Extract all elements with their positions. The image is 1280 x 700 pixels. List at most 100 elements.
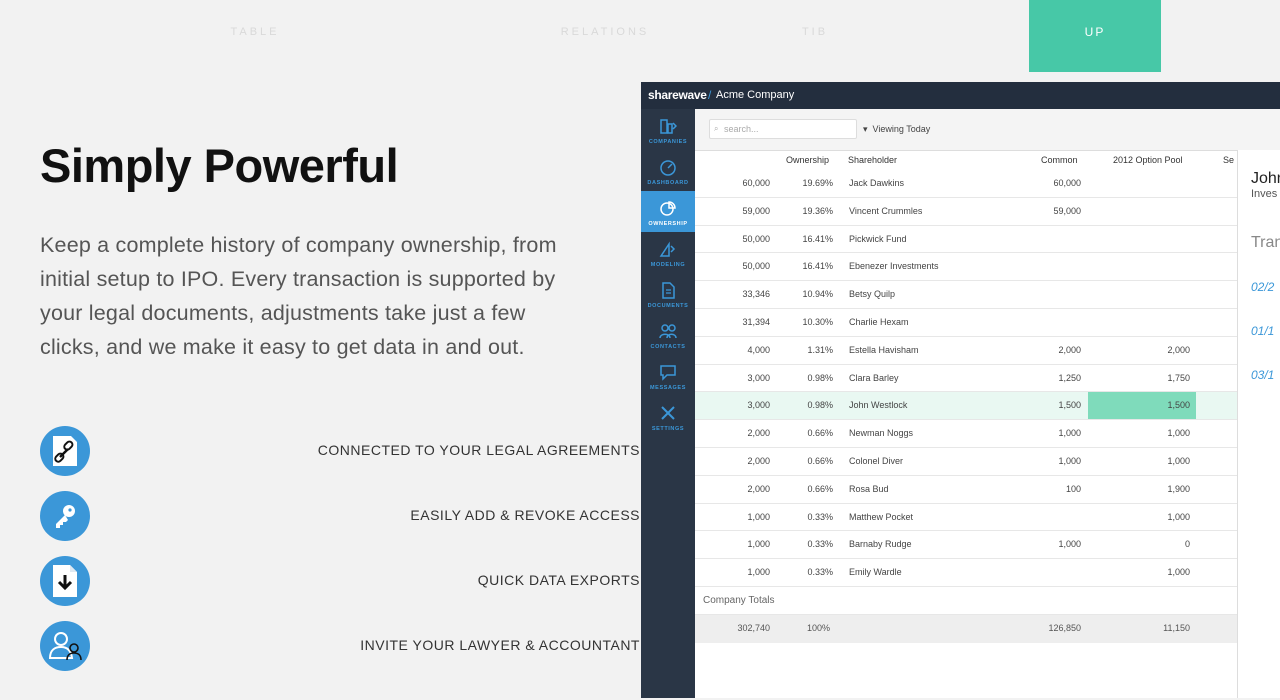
dashboard-icon [660,160,676,176]
feature-label: QUICK DATA EXPORTS [477,572,640,588]
panel-date[interactable]: 03/1 [1251,368,1274,382]
table-row[interactable]: 1,000 0.33% Matthew Pocket 1,000 [695,504,1237,532]
cell-ownership: 0.98% [807,372,833,383]
table-row[interactable]: 50,000 16.41% Pickwick Fund [695,226,1237,254]
key-icon [40,491,90,541]
cell-ownership: 10.94% [802,289,833,300]
cell-shares: 1,000 [747,539,770,550]
app-sidebar: COMPANIES DASHBOARD OWNERSHIP MODELING D… [641,109,695,698]
viewing-date-dropdown[interactable]: ▾ Viewing Today [863,124,930,135]
cell-option-pool: 1,900 [1167,483,1190,494]
table-row[interactable]: 1,000 0.33% Emily Wardle 1,000 [695,559,1237,587]
cell-option-pool: 0 [1184,539,1190,550]
cell-ownership: 0.66% [807,456,833,466]
cell-option-pool: 2,000 [1167,344,1190,355]
cell-shareholder: Ebenezer Investments [849,261,939,272]
link-document-icon [40,426,90,476]
search-icon: ⌕ [714,124,719,133]
total-common: 126,850 [1048,623,1081,633]
cell-option-pool: 1,000 [1167,456,1190,466]
cell-shareholder: Betsy Quilp [849,289,896,300]
app-toolbar: ⌕ search... ▾ Viewing Today [695,109,1280,151]
cell-shares: 2,000 [747,428,770,439]
app-brand: sharewave [648,88,707,102]
download-document-icon [40,556,90,606]
column-header-ownership[interactable]: Ownership [786,150,829,170]
panel-date[interactable]: 01/1 [1251,324,1274,338]
feature-access: EASILY ADD & REVOKE ACCESS [40,491,640,541]
table-row[interactable]: 33,346 10.94% Betsy Quilp [695,281,1237,309]
column-header-shareholder[interactable]: Shareholder [848,150,897,170]
cell-shareholder: Emily Wardle [849,567,902,578]
cell-shareholder: Matthew Pocket [849,511,914,522]
cell-shareholder: Barnaby Rudge [849,539,912,550]
cell-common: 100 [1065,483,1081,494]
feature-exports: QUICK DATA EXPORTS [40,556,640,606]
column-header-common[interactable]: Common [1041,150,1078,170]
sidebar-label: DOCUMENTS [647,303,689,309]
cell-shareholder: Clara Barley [849,372,899,383]
cell-shares: 33,346 [742,289,770,300]
total-shares: 302,740 [737,623,770,633]
nav-link-relations[interactable]: RELATIONS [545,0,665,64]
cell-ownership: 1.31% [807,344,833,355]
panel-name: John [1251,170,1280,187]
cell-ownership: 0.98% [807,400,833,411]
feature-legal-agreements: CONNECTED TO YOUR LEGAL AGREEMENTS [40,426,640,476]
table-row[interactable]: 31,394 10.30% Charlie Hexam [695,309,1237,337]
sidebar-item-ownership[interactable]: OWNERSHIP [641,191,695,232]
sidebar-item-contacts[interactable]: CONTACTS [641,314,695,355]
sidebar-item-companies[interactable]: COMPANIES [641,109,695,150]
sidebar-item-documents[interactable]: DOCUMENTS [641,273,695,314]
cell-common: 1,500 [1058,400,1081,411]
cell-ownership: 10.30% [802,317,833,327]
total-ownership: 100% [807,623,831,633]
feature-invite: INVITE YOUR LAWYER & ACCOUNTANT [40,621,640,671]
table-row[interactable]: 2,000 0.66% Colonel Diver 1,000 1,000 [695,448,1237,476]
nav-link-tib[interactable]: TIB [785,0,845,64]
table-row[interactable]: 1,000 0.33% Barnaby Rudge 1,000 0 [695,531,1237,560]
nav-link-table[interactable]: TABLE [200,0,310,64]
feature-label: EASILY ADD & REVOKE ACCESS [410,507,640,523]
cell-common: 1,000 [1058,428,1081,439]
table-row[interactable]: 2,000 0.66% Newman Noggs 1,000 1,000 [695,420,1237,448]
feature-label: CONNECTED TO YOUR LEGAL AGREEMENTS [317,442,640,458]
cell-shares: 3,000 [747,372,770,383]
cell-shareholder: Rosa Bud [849,483,889,494]
table-row[interactable]: 2,000 0.66% Rosa Bud 100 1,900 [695,476,1237,504]
sidebar-label: SETTINGS [651,426,685,432]
table-row[interactable]: 50,000 16.41% Ebenezer Investments [695,253,1237,282]
sidebar-item-dashboard[interactable]: DASHBOARD [641,150,695,191]
cell-shareholder: Colonel Diver [849,456,904,466]
messages-icon [660,365,676,381]
sidebar-label: OWNERSHIP [648,221,688,227]
table-row[interactable]: 4,000 1.31% Estella Havisham 2,000 2,000 [695,337,1237,365]
table-row[interactable]: 59,000 19.36% Vincent Crummles 59,000 [695,198,1237,226]
signup-button[interactable]: UP [1029,0,1161,72]
cell-shares: 59,000 [742,205,770,216]
contacts-icon [659,324,677,339]
cell-option-pool: 1,500 [1167,400,1190,411]
search-input[interactable]: ⌕ search... [709,119,857,139]
cell-option-pool: 1,000 [1167,428,1190,439]
sidebar-item-settings[interactable]: SETTINGS [641,396,695,437]
sidebar-item-messages[interactable]: MESSAGES [641,355,695,396]
shareholder-detail-panel: John Inves Tran 02/2 01/1 03/1 [1237,150,1280,698]
invite-users-icon [40,621,90,671]
cell-shareholder: Newman Noggs [849,428,914,439]
column-header-option-pool[interactable]: 2012 Option Pool [1113,150,1183,170]
table-row[interactable]: 3,000 0.98% John Westlock 1,500 1,500 [695,392,1237,421]
cell-shares: 2,000 [747,483,770,494]
modeling-icon [659,241,676,257]
panel-date[interactable]: 02/2 [1251,280,1274,294]
column-header-extra[interactable]: Se [1223,150,1234,170]
sidebar-item-modeling[interactable]: MODELING [641,232,695,273]
cell-shares: 31,394 [742,317,770,327]
table-row[interactable]: 60,000 19.69% Jack Dawkins 60,000 [695,170,1237,198]
sidebar-label: DASHBOARD [647,180,689,186]
cell-option-pool: 1,750 [1167,372,1190,383]
app-screenshot: sharewave / Acme Company COMPANIES DASHB… [641,82,1280,698]
cell-option-pool: 1,000 [1167,567,1190,578]
sidebar-label: CONTACTS [650,344,686,350]
table-row[interactable]: 3,000 0.98% Clara Barley 1,250 1,750 [695,365,1237,393]
